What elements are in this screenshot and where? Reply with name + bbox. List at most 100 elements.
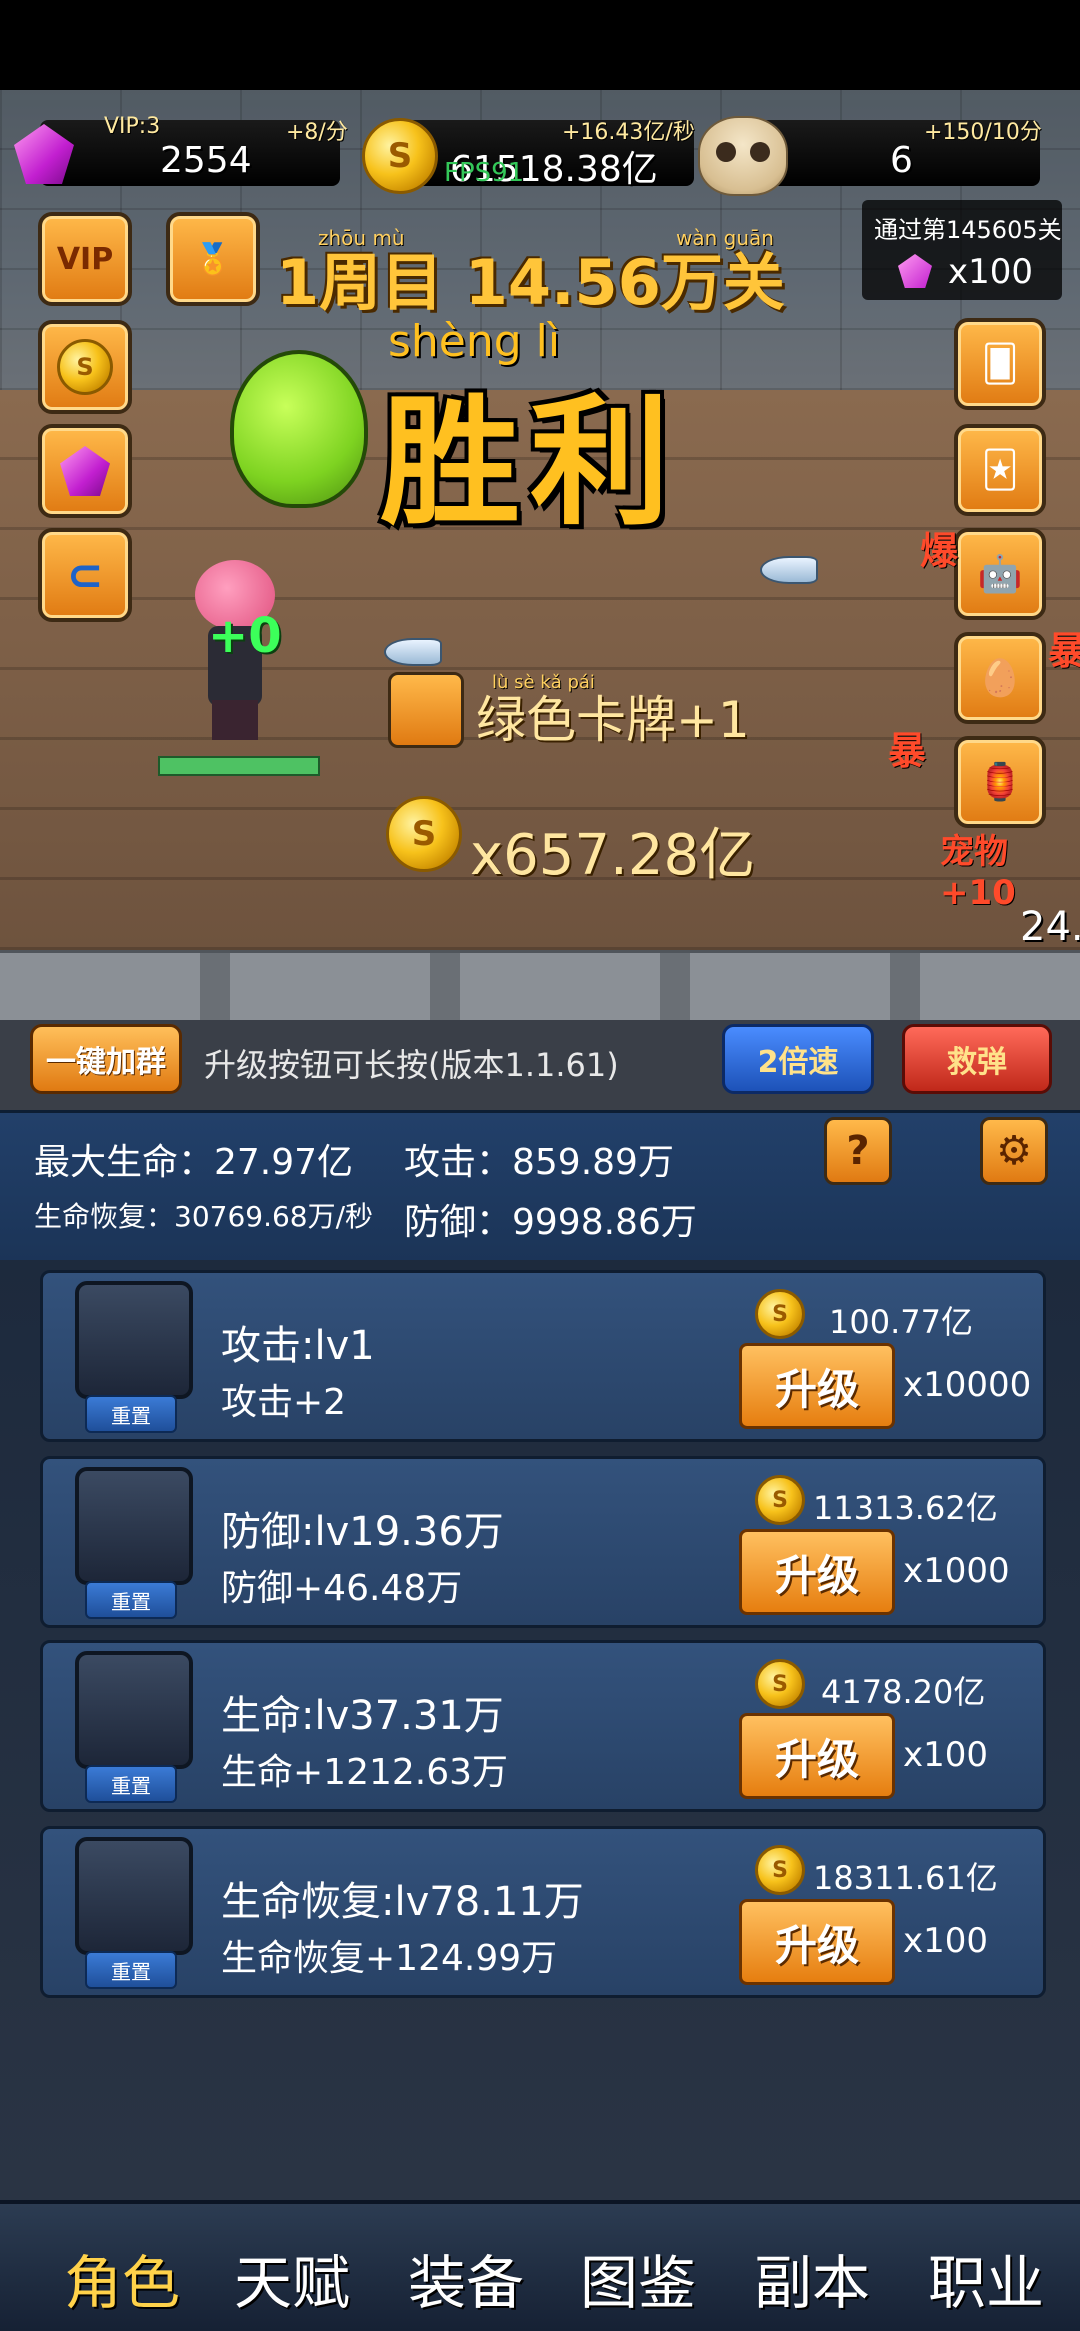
upgrade-effect: 攻击+2 xyxy=(221,1382,347,1423)
potion-icon xyxy=(75,1837,193,1955)
magnet-button[interactable]: ⊂ xyxy=(38,528,132,622)
upgrade-multiplier[interactable]: x1000 xyxy=(903,1551,1010,1591)
vip-label: VIP:3 xyxy=(104,114,161,139)
heart-icon xyxy=(75,1651,193,1769)
robot-button[interactable]: 🤖 xyxy=(954,528,1046,620)
gold-coin-icon: S xyxy=(386,796,462,872)
upgrade-cost: 11313.62亿 xyxy=(813,1489,998,1527)
timer-text: 24. xyxy=(1020,904,1080,950)
card-reward-icon xyxy=(388,672,464,748)
medal-icon: 🏅 xyxy=(194,241,232,277)
upgrade-card-hp: 重置 生命:lv37.31万 生命+1212.63万 S 4178.20亿 升级… xyxy=(40,1640,1046,1812)
cards-button[interactable]: 🃏 xyxy=(954,424,1046,516)
skull-rate: +150/10分 xyxy=(924,120,1042,145)
upgrade-name: 攻击:lv1 xyxy=(221,1323,375,1369)
nav-class[interactable]: 职业 xyxy=(928,2236,1044,2320)
card-back-icon: 🂠 xyxy=(981,343,1019,385)
upgrade-button[interactable]: 升级 xyxy=(739,1529,895,1615)
vip-button[interactable]: VIP xyxy=(38,212,132,306)
shield-icon xyxy=(75,1467,193,1585)
join-group-button[interactable]: 一键加群 xyxy=(30,1024,182,1094)
upgrade-multiplier[interactable]: x100 xyxy=(903,1921,988,1961)
hero-plus-text: +0 xyxy=(208,608,282,664)
status-bar xyxy=(0,0,1080,90)
upgrade-effect: 生命恢复+124.99万 xyxy=(221,1938,558,1979)
nav-equipment[interactable]: 装备 xyxy=(408,2236,524,2320)
gem-icon xyxy=(898,254,932,288)
gold-coin-icon: S xyxy=(755,1659,805,1709)
card-pack-button[interactable]: 🂠 xyxy=(954,318,1046,410)
damage-popup: 暴 xyxy=(888,729,927,773)
upgrade-card-regen: 重置 生命恢复:lv78.11万 生命恢复+124.99万 S 18311.61… xyxy=(40,1826,1046,1998)
nav-character[interactable]: 角色 xyxy=(64,2236,180,2320)
gold-coin-icon: S xyxy=(755,1289,805,1339)
pass-reward-box: 通过第145605关 x100 xyxy=(862,200,1062,300)
settings-button[interactable]: ⚙ xyxy=(980,1117,1048,1185)
damage-popup: 暴 xyxy=(1048,629,1080,673)
fish-missile-icon xyxy=(760,556,818,584)
nav-codex[interactable]: 图鉴 xyxy=(580,2236,696,2320)
upgrade-button[interactable]: 升级 xyxy=(739,1713,895,1799)
reset-button[interactable]: 重置 xyxy=(85,1765,177,1803)
reset-button[interactable]: 重置 xyxy=(85,1395,177,1433)
card-reward-text: 绿色卡牌+1 xyxy=(476,691,750,749)
nav-talent[interactable]: 天赋 xyxy=(234,2236,350,2320)
egg-icon: 🥚 xyxy=(977,658,1023,699)
pass-reward: x100 xyxy=(948,252,1034,292)
upgrade-effect: 生命+1212.63万 xyxy=(221,1752,509,1793)
skull-amount: 6 xyxy=(890,140,913,181)
gem-shop-button[interactable] xyxy=(38,424,132,518)
gold-coin-icon: S xyxy=(755,1475,805,1525)
gold-shop-button[interactable]: S xyxy=(38,320,132,414)
damage-popup: 爆 xyxy=(920,529,959,573)
hero-legs xyxy=(212,700,258,740)
skull-icon[interactable] xyxy=(698,116,788,196)
fps-counter: FPS91 xyxy=(444,158,525,188)
upgrade-cost: 4178.20亿 xyxy=(821,1673,986,1711)
nav-dungeon[interactable]: 副本 xyxy=(754,2236,870,2320)
upgrade-button[interactable]: 升级 xyxy=(739,1343,895,1429)
upgrade-card-attack: 重置 攻击:lv1 攻击+2 S 100.77亿 升级 x10000 xyxy=(40,1270,1046,1442)
reset-button[interactable]: 重置 xyxy=(85,1581,177,1619)
upgrade-name: 生命恢复:lv78.11万 xyxy=(221,1879,584,1925)
hp-regen-stat: 生命恢复：30769.68万/秒 xyxy=(34,1200,374,1233)
hero-hp-bar xyxy=(158,756,320,776)
upgrade-effect: 防御+46.48万 xyxy=(221,1568,463,1609)
vip-button-label: VIP xyxy=(56,241,114,277)
gem-rate: +8/分 xyxy=(286,120,348,145)
green-slime-pet xyxy=(230,350,368,508)
upgrade-cost: 18311.61亿 xyxy=(813,1859,998,1897)
pass-text: 通过第145605关 xyxy=(874,216,1062,244)
gold-reward-text: x657.28亿 xyxy=(470,823,756,888)
upgrade-card-defense: 重置 防御:lv19.36万 防御+46.48万 S 11313.62亿 升级 … xyxy=(40,1456,1046,1628)
upgrade-name: 防御:lv19.36万 xyxy=(221,1509,504,1555)
medal-button[interactable]: 🏅 xyxy=(166,212,260,306)
max-hp-stat: 最大生命：27.97亿 xyxy=(34,1142,354,1183)
fish-missile-icon xyxy=(384,638,442,666)
stage-cycle: 1周目 14.56万关 xyxy=(276,246,785,319)
speed-button[interactable]: 2倍速 xyxy=(722,1024,874,1094)
help-button[interactable]: ? xyxy=(824,1117,892,1185)
defense-stat: 防御：9998.86万 xyxy=(404,1202,697,1243)
stats-panel: 最大生命：27.97亿 攻击：859.89万 生命恢复：30769.68万/秒 … xyxy=(0,1110,1080,1263)
upgrade-button[interactable]: 升级 xyxy=(739,1899,895,1985)
upgrade-multiplier[interactable]: x100 xyxy=(903,1735,988,1775)
lantern-button[interactable]: 🏮 xyxy=(954,736,1046,828)
game-screen: VIP:3 +8/分 2554 S +16.43亿/秒 61518.38亿 +1… xyxy=(0,0,1080,2331)
egg-button[interactable]: 🥚 xyxy=(954,632,1046,724)
upgrade-cost: 100.77亿 xyxy=(829,1303,973,1341)
robot-icon: 🤖 xyxy=(977,554,1023,595)
reset-button[interactable]: 重置 xyxy=(85,1951,177,1989)
bomb-button[interactable]: 救弹 xyxy=(902,1024,1052,1094)
gem-icon xyxy=(60,446,110,496)
pet-damage-popup: 宠物+10 xyxy=(940,832,1016,913)
upgrade-multiplier[interactable]: x10000 xyxy=(903,1365,1031,1405)
question-icon: ? xyxy=(846,1128,870,1174)
cards-icon: 🃏 xyxy=(981,449,1019,491)
gear-icon: ⚙ xyxy=(996,1128,1032,1174)
upgrade-name: 生命:lv37.31万 xyxy=(221,1693,504,1739)
long-press-tip: 升级按钮可长按(版本1.1.61) xyxy=(204,1046,619,1084)
gold-coin-icon: S xyxy=(57,339,113,395)
lantern-icon: 🏮 xyxy=(977,762,1023,803)
gold-coin-icon[interactable]: S xyxy=(362,118,438,194)
